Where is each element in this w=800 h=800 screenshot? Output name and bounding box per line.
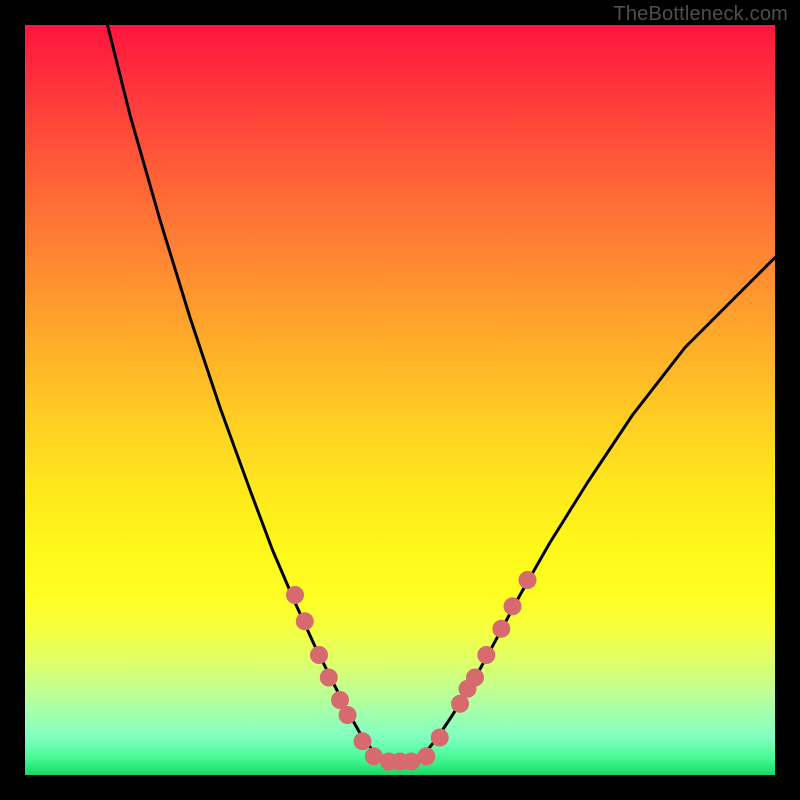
bottleneck-curve xyxy=(108,25,776,756)
sample-dots xyxy=(286,571,537,771)
chart-frame: TheBottleneck.com xyxy=(0,0,800,800)
chart-svg xyxy=(25,25,775,775)
attribution-text: TheBottleneck.com xyxy=(613,3,788,26)
plot-area xyxy=(25,25,775,775)
